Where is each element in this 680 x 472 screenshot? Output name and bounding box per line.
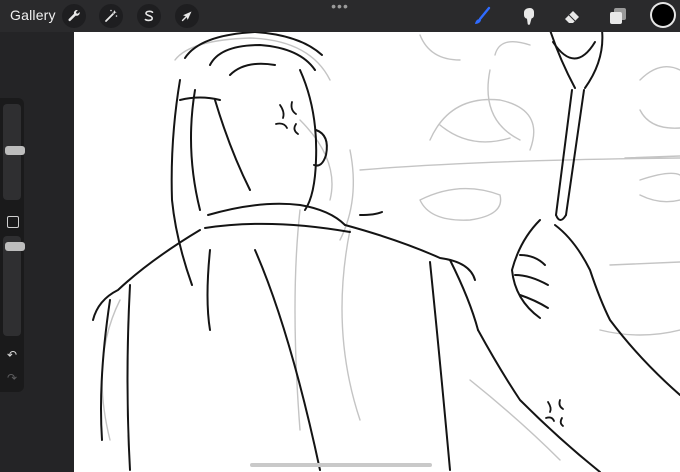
arrow-cursor-icon <box>181 11 192 22</box>
home-indicator <box>250 463 432 467</box>
selection-s-icon <box>144 10 154 22</box>
paint-tool-button[interactable] <box>471 5 493 27</box>
smudge-icon <box>524 8 534 25</box>
opacity-slider[interactable] <box>3 236 25 336</box>
top-toolbar: Gallery ••• <box>0 0 680 32</box>
sketch-artwork <box>92 32 680 472</box>
layers-icon <box>610 8 626 24</box>
adjustments-button[interactable] <box>99 4 123 28</box>
eraser-tool-button[interactable] <box>561 5 583 27</box>
brush-size-thumb[interactable] <box>5 146 25 155</box>
modify-button[interactable] <box>7 216 19 228</box>
brush-size-slider[interactable] <box>3 104 25 200</box>
wrench-icon <box>68 9 80 22</box>
color-picker-button[interactable] <box>652 4 674 26</box>
selection-button[interactable] <box>137 4 161 28</box>
actions-button[interactable] <box>62 4 86 28</box>
undo-button[interactable]: ↶ <box>4 348 20 362</box>
more-options-handle[interactable]: ••• <box>330 0 350 13</box>
anger-mark-symbols <box>275 101 564 427</box>
opacity-thumb[interactable] <box>5 242 25 251</box>
gallery-button[interactable]: Gallery <box>10 7 56 23</box>
brush-icon <box>475 6 491 24</box>
drawing-canvas[interactable] <box>74 32 680 472</box>
sidebar-controls: ↶ ↷ <box>0 98 25 392</box>
figure-ink-lines <box>92 32 680 472</box>
transform-button[interactable] <box>175 4 199 28</box>
smudge-tool-button[interactable] <box>517 5 539 27</box>
layers-button[interactable] <box>607 5 629 27</box>
eraser-icon <box>565 11 579 23</box>
magic-wand-icon <box>105 9 118 22</box>
redo-button[interactable]: ↷ <box>4 371 20 385</box>
